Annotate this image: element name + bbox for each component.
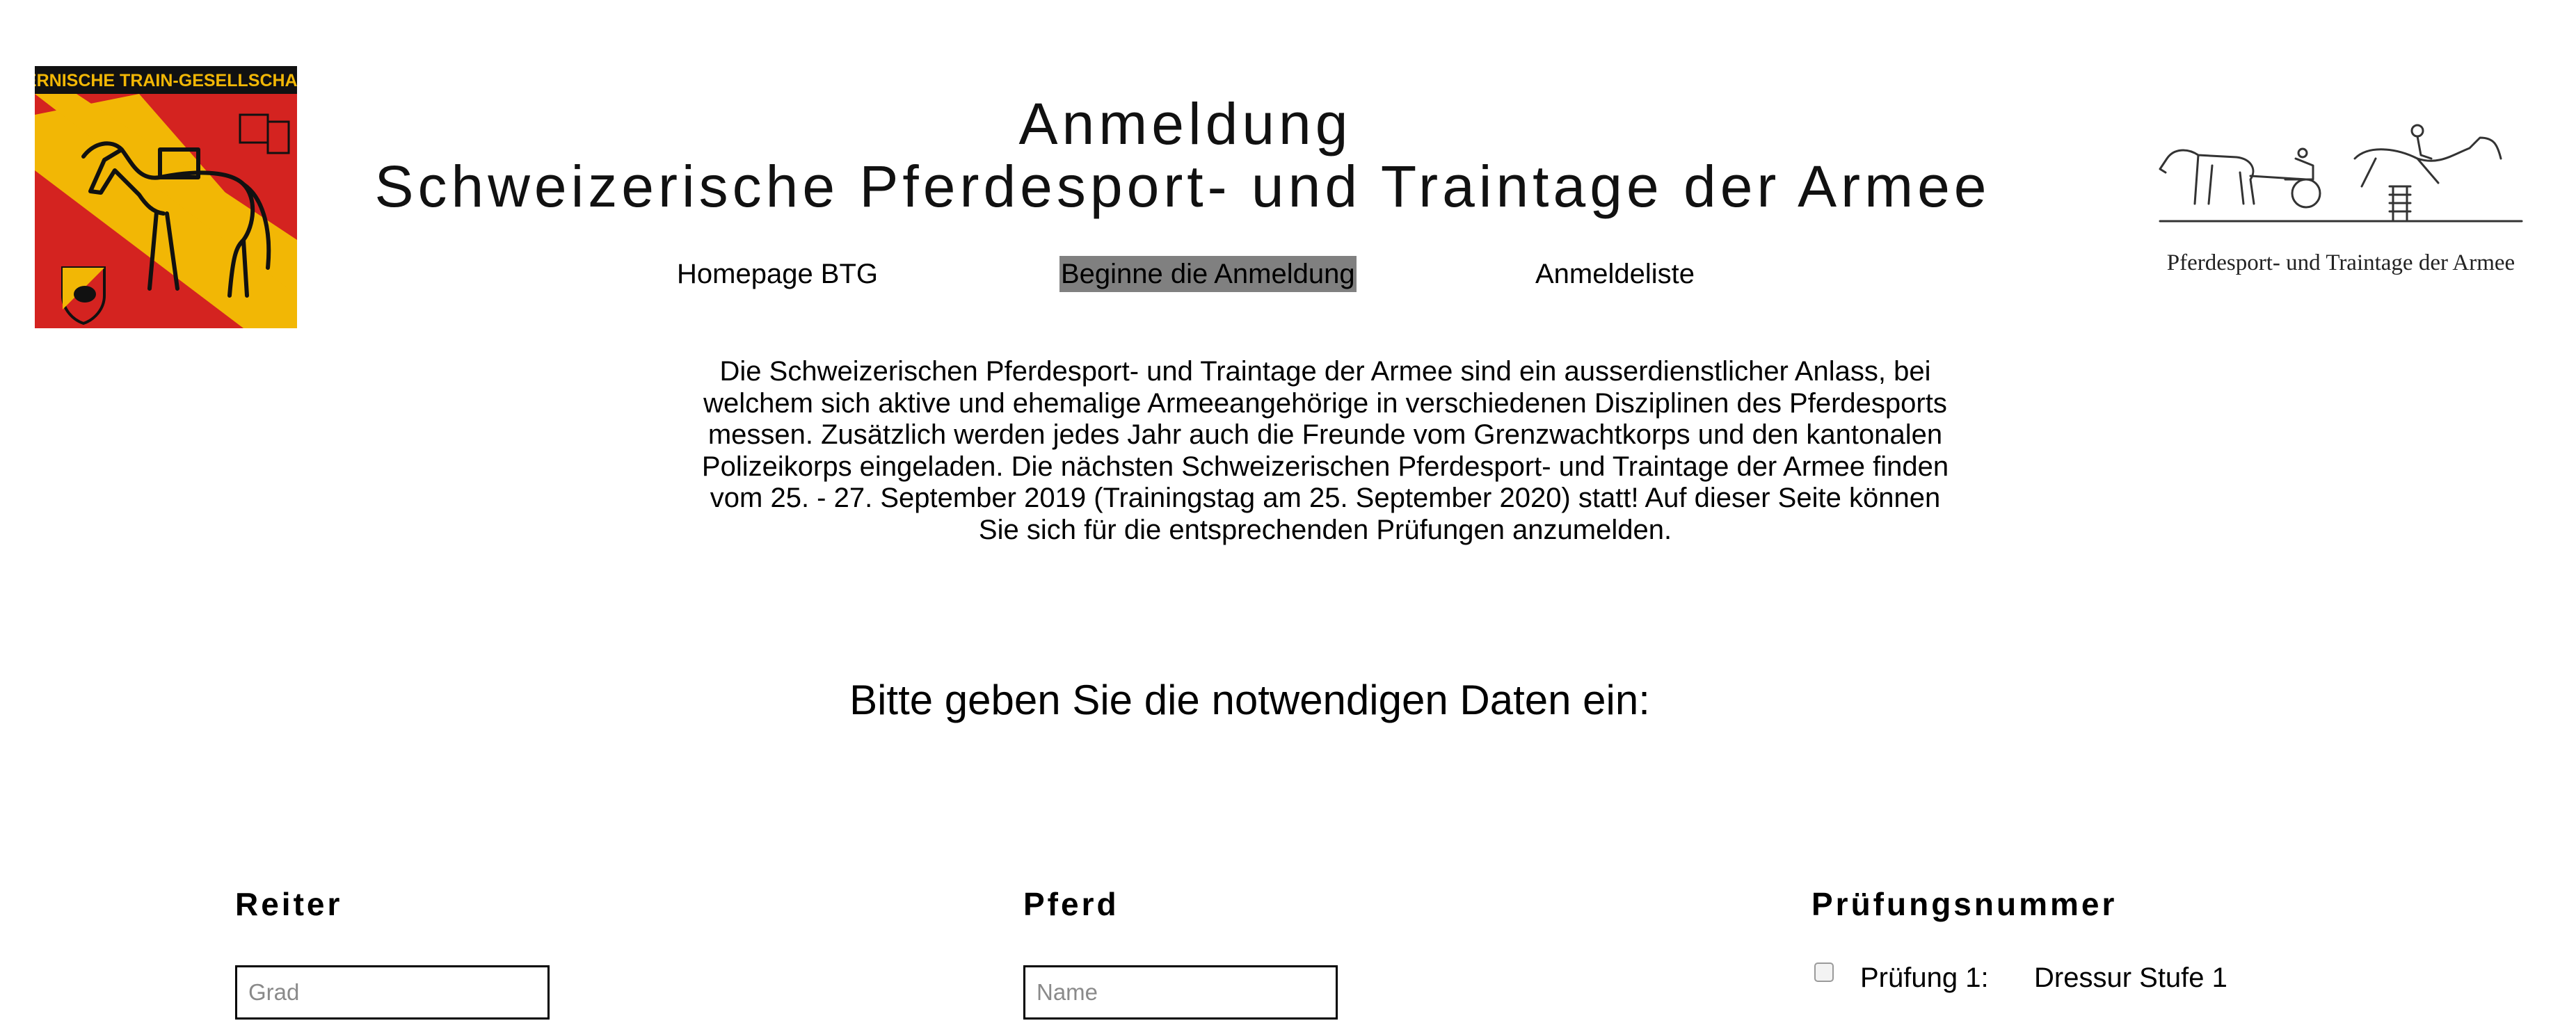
horse-name-input[interactable] xyxy=(1023,965,1338,1020)
pruefung-1-discipline: Dressur Stufe 1 xyxy=(2034,962,2227,993)
pruefung-1-label: Prüfung 1: xyxy=(1860,962,1989,993)
form-prompt: Bitte geben Sie die notwendigen Daten ei… xyxy=(849,677,1650,723)
page-title: Anmeldung xyxy=(1018,91,1352,156)
pruefung-1-row: Prüfung 1: Dressur Stufe 1 xyxy=(1814,958,2227,997)
event-logo: Pferdesport- und Traintage der Armee xyxy=(2146,117,2536,284)
pruefungsnummer-heading: Prüfungsnummer xyxy=(1811,886,2118,922)
nav-homepage-link[interactable]: Homepage BTG xyxy=(677,256,878,292)
nav-registration-list-link[interactable]: Anmeldeliste xyxy=(1535,256,1695,292)
page-subtitle: Schweizerische Pferdesport- und Traintag… xyxy=(374,154,1991,219)
horse-logo-icon: BERNISCHE TRAIN-GESELLSCHAFT xyxy=(35,66,297,328)
reiter-heading: Reiter xyxy=(235,886,343,922)
logo-banner-text: BERNISCHE TRAIN-GESELLSCHAFT xyxy=(35,71,297,90)
pferd-heading: Pferd xyxy=(1023,886,1119,922)
event-logo-caption: Pferdesport- und Traintage der Armee xyxy=(2166,250,2515,275)
pruefung-1-checkbox[interactable] xyxy=(1814,962,1834,982)
grad-input[interactable] xyxy=(235,965,550,1020)
intro-paragraph: Die Schweizerischen Pferdesport- und Tra… xyxy=(701,356,1949,545)
horse-carriage-jumper-icon xyxy=(2159,124,2523,223)
nav-start-registration-link[interactable]: Beginne die Anmeldung xyxy=(1059,256,1357,292)
btg-logo: BERNISCHE TRAIN-GESELLSCHAFT xyxy=(35,66,297,328)
